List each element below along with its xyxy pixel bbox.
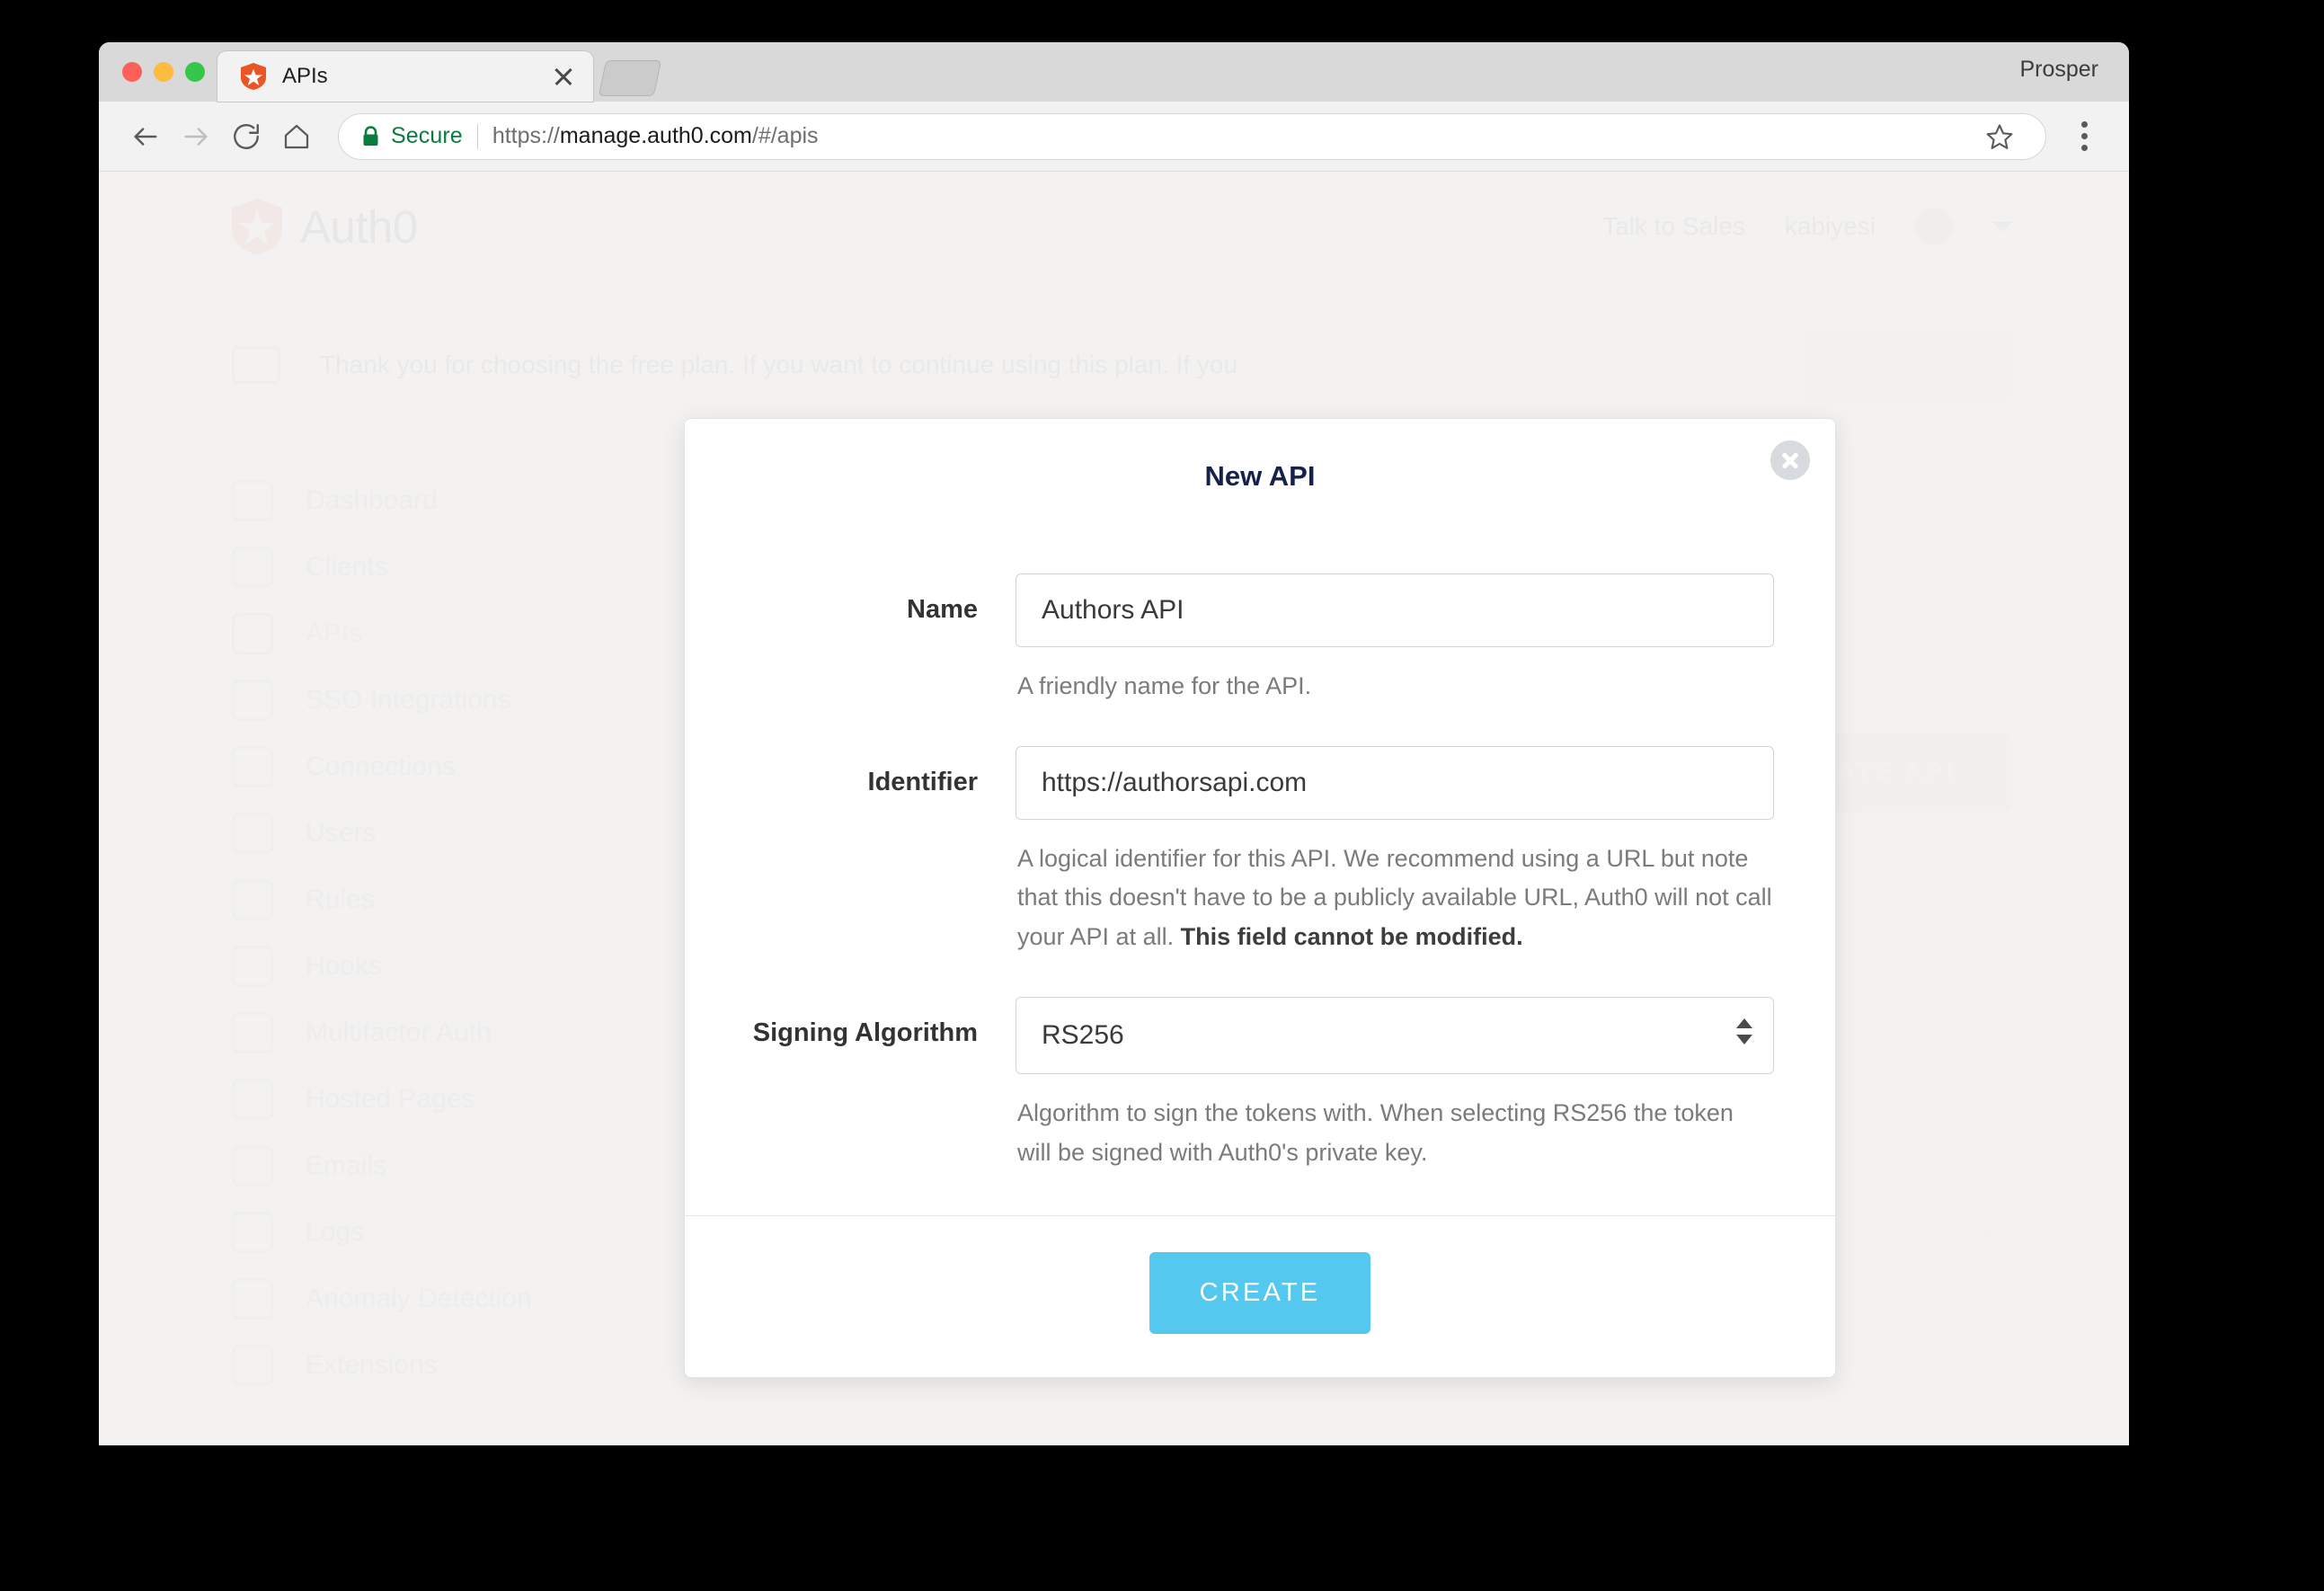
secure-label: Secure — [391, 123, 463, 148]
modal-footer: CREATE — [685, 1215, 1835, 1377]
address-bar[interactable]: Secure https://manage.auth0.com/#/apis — [338, 112, 2046, 160]
window-traffic-lights — [99, 62, 205, 102]
home-icon[interactable] — [271, 111, 322, 162]
signing-algorithm-select[interactable]: RS256 — [1016, 996, 1774, 1074]
form-row-identifier: Identifier A logical identifier for this… — [710, 745, 1774, 957]
identifier-control: A logical identifier for this API. We re… — [1016, 745, 1774, 957]
url-scheme: https:// — [492, 123, 560, 148]
omnibox-divider — [476, 123, 478, 149]
url-path: /#/apis — [751, 123, 819, 148]
browser-tab-strip: APIs Prosper — [99, 42, 2129, 102]
identifier-help-bold: This field cannot be modified. — [1180, 923, 1523, 951]
signing-algorithm-label: Signing Algorithm — [752, 1018, 978, 1047]
chevron-up-icon — [1736, 1018, 1752, 1028]
name-input[interactable] — [1016, 573, 1774, 647]
browser-tab-apis[interactable]: APIs — [217, 51, 593, 102]
new-api-modal: New API Name A friendly name for the API… — [684, 418, 1836, 1379]
modal-header: New API — [685, 419, 1835, 523]
modal-body: Name A friendly name for the API. Identi… — [685, 523, 1835, 1215]
browser-window: APIs Prosper Secure https://manage.auth0… — [99, 42, 2129, 1445]
form-row-name: Name A friendly name for the API. — [710, 573, 1774, 707]
reload-icon[interactable] — [221, 111, 271, 162]
address-bar-url: https://manage.auth0.com/#/apis — [492, 123, 819, 149]
signing-algorithm-help-text: Algorithm to sign the tokens with. When … — [1017, 1098, 1734, 1166]
browser-profile-name[interactable]: Prosper — [2019, 57, 2098, 83]
auth0-dashboard-page: Auth0 Talk to Sales kabiyesi Thank you f… — [99, 172, 2129, 1445]
name-control: A friendly name for the API. — [1016, 573, 1774, 707]
close-icon[interactable] — [1770, 440, 1810, 480]
name-label: Name — [907, 595, 978, 624]
browser-toolbar: Secure https://manage.auth0.com/#/apis — [99, 102, 2129, 172]
kebab-menu-icon[interactable] — [2061, 111, 2107, 162]
forward-arrow-icon[interactable] — [171, 111, 221, 162]
minimize-window-button[interactable] — [154, 62, 173, 82]
stepper-arrows-icon[interactable] — [1736, 1018, 1752, 1044]
form-row-signing-algorithm: Signing Algorithm RS256 Algorithm to sig… — [710, 996, 1774, 1172]
browser-tab-title: APIs — [282, 64, 328, 88]
star-icon[interactable] — [1977, 114, 2022, 159]
name-help-text: A friendly name for the API. — [1017, 672, 1312, 699]
close-window-button[interactable] — [122, 62, 142, 82]
signing-algorithm-control: RS256 Algorithm to sign the tokens with.… — [1016, 996, 1774, 1172]
close-tab-icon[interactable] — [548, 61, 579, 92]
auth0-shield-icon — [241, 63, 266, 90]
identifier-label: Identifier — [867, 767, 978, 796]
new-tab-button[interactable] — [598, 60, 662, 96]
url-host: manage.auth0.com — [559, 123, 752, 148]
create-button[interactable]: CREATE — [1149, 1252, 1371, 1335]
identifier-input[interactable] — [1016, 745, 1774, 820]
back-arrow-icon[interactable] — [120, 111, 171, 162]
identifier-help-text: A logical identifier for this API. We re… — [1017, 840, 1772, 957]
modal-title: New API — [1204, 460, 1316, 492]
maximize-window-button[interactable] — [185, 62, 205, 82]
lock-icon — [362, 126, 379, 147]
signing-algorithm-value: RS256 — [1016, 996, 1774, 1074]
chevron-down-icon — [1736, 1034, 1752, 1044]
